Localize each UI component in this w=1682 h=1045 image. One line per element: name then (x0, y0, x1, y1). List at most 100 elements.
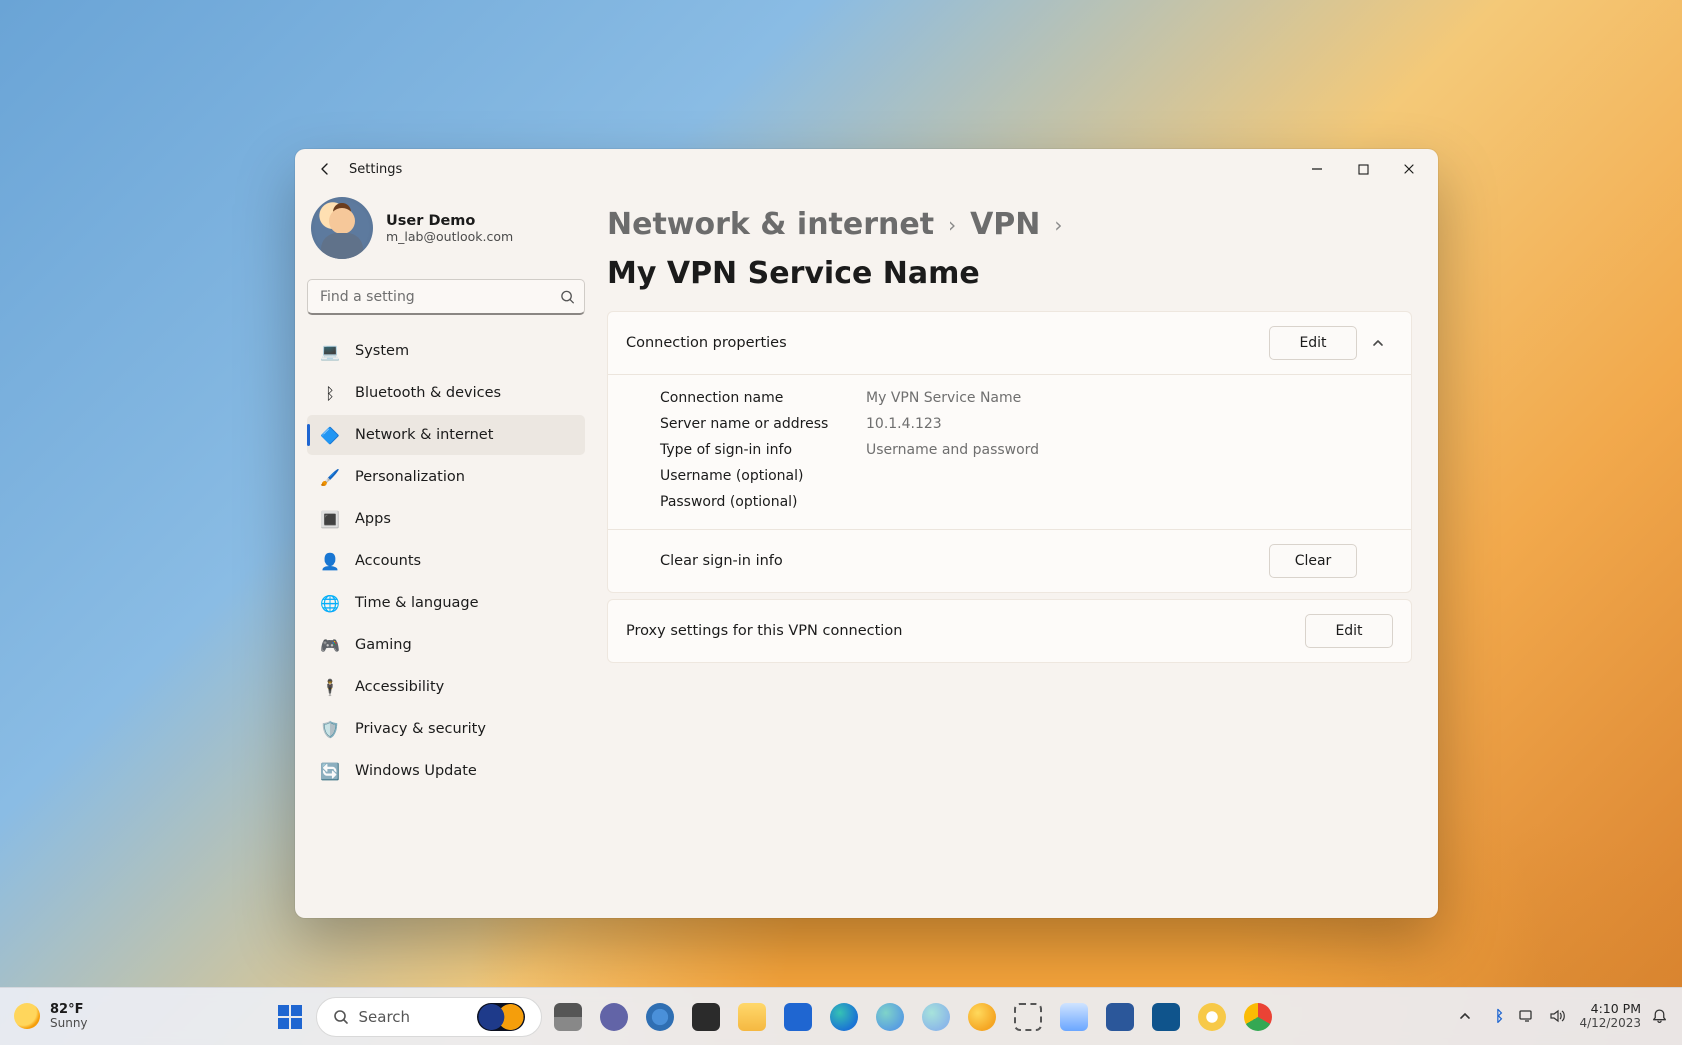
clear-signin-button[interactable]: Clear (1269, 544, 1357, 578)
arrow-left-icon (317, 161, 333, 177)
sidebar-item-label: Bluetooth & devices (355, 385, 501, 401)
proxy-title: Proxy settings for this VPN connection (626, 623, 902, 639)
profile-name: User Demo (386, 213, 513, 229)
accounts-icon: 👤 (321, 552, 339, 570)
sidebar-item-label: Windows Update (355, 763, 477, 779)
system-tray: ᛒ (1459, 1007, 1569, 1025)
sidebar-nav: 💻SystemᛒBluetooth & devices🔷Network & in… (307, 331, 585, 791)
property-row: Connection nameMy VPN Service Name (660, 385, 1393, 411)
personalization-icon: 🖌️ (321, 468, 339, 486)
network-icon: 🔷 (321, 426, 339, 444)
sidebar-item-network[interactable]: 🔷Network & internet (307, 415, 585, 455)
weather-condition: Sunny (50, 1017, 88, 1030)
breadcrumb-network[interactable]: Network & internet (607, 207, 934, 242)
sidebar-item-update[interactable]: 🔄 Windows Update (307, 751, 585, 791)
edit-connection-button[interactable]: Edit (1269, 326, 1357, 360)
taskbar-clock[interactable]: 4:10 PM 4/12/2023 (1579, 1002, 1641, 1030)
system-icon: 💻 (321, 342, 339, 360)
taskbar-app-edge-beta[interactable] (870, 997, 910, 1037)
taskbar-app-edge-dev[interactable] (916, 997, 956, 1037)
clear-signin-label: Clear sign-in info (660, 553, 783, 569)
profile-block[interactable]: User Demo m_lab@outlook.com (307, 191, 585, 273)
taskbar-app-chrome[interactable] (1238, 997, 1278, 1037)
close-button[interactable] (1386, 153, 1432, 185)
edit-proxy-button[interactable]: Edit (1305, 614, 1393, 648)
breadcrumb: Network & internet › VPN › My VPN Servic… (607, 199, 1412, 311)
taskbar-right: ᛒ 4:10 PM 4/12/2023 (1459, 1002, 1682, 1030)
store-icon (1152, 1003, 1180, 1031)
search-input[interactable] (307, 279, 585, 315)
sidebar-item-label: Time & language (355, 595, 479, 611)
maximize-button[interactable] (1340, 153, 1386, 185)
taskbar-weather[interactable]: 82°F Sunny (0, 1003, 88, 1030)
connection-properties-card: Connection properties Edit Connection na… (607, 311, 1412, 593)
card-header[interactable]: Connection properties Edit (608, 312, 1411, 374)
terminal-icon (692, 1003, 720, 1031)
update-icon: 🔄 (321, 762, 339, 780)
sidebar-item-personalization[interactable]: 🖌️ Personalization (307, 457, 585, 497)
accessibility-icon: 🕴️ (321, 678, 339, 696)
weather-temp: 82°F (50, 1003, 88, 1017)
network-tray-icon[interactable] (1519, 1009, 1539, 1023)
taskbar-app-word[interactable] (1100, 997, 1140, 1037)
taskbar-app-outlook[interactable] (778, 997, 818, 1037)
taskbar-app-settings[interactable] (640, 997, 680, 1037)
property-key: Server name or address (660, 416, 838, 432)
properties-table: Connection nameMy VPN Service Name Server… (608, 375, 1411, 529)
taskbar-app-explorer[interactable] (732, 997, 772, 1037)
start-button[interactable] (270, 997, 310, 1037)
main-content: Network & internet › VPN › My VPN Servic… (597, 189, 1438, 918)
sidebar: User Demo m_lab@outlook.com 💻SystemᛒBlue… (295, 189, 597, 918)
taskbar-app-terminal[interactable] (686, 997, 726, 1037)
proxy-card: Proxy settings for this VPN connection E… (607, 599, 1412, 663)
taskbar-app-chat[interactable] (594, 997, 634, 1037)
desktop-wallpaper: Settings User Demo m_lab@outlook.com (0, 0, 1682, 1045)
task-view-button[interactable] (548, 997, 588, 1037)
sidebar-item-system[interactable]: 💻System (307, 331, 585, 371)
privacy-icon: 🛡️ (321, 720, 339, 738)
property-row: Username (optional) (660, 463, 1393, 489)
back-button[interactable] (309, 153, 341, 185)
sidebar-item-bluetooth[interactable]: ᛒBluetooth & devices (307, 373, 585, 413)
tray-overflow-button[interactable] (1459, 1010, 1479, 1022)
sidebar-search (307, 279, 585, 315)
taskbar-app-edge-canary[interactable] (962, 997, 1002, 1037)
clear-signin-row: Clear sign-in info Clear · (608, 530, 1411, 592)
edge-dev-icon (922, 1003, 950, 1031)
sidebar-item-accounts[interactable]: 👤Accounts (307, 541, 585, 581)
sidebar-item-privacy[interactable]: 🛡️ Privacy & security (307, 709, 585, 749)
volume-tray-icon[interactable] (1549, 1009, 1569, 1023)
chevron-up-icon[interactable] (1371, 336, 1393, 350)
sidebar-item-accessibility[interactable]: 🕴️Accessibility (307, 667, 585, 707)
edge-beta-icon (876, 1003, 904, 1031)
bluetooth-tray-icon[interactable]: ᛒ (1489, 1007, 1509, 1025)
taskbar-app-snip[interactable] (1008, 997, 1048, 1037)
titlebar: Settings (295, 149, 1438, 189)
sidebar-item-label: Privacy & security (355, 721, 486, 737)
sidebar-item-time[interactable]: 🌐Time & language (307, 583, 585, 623)
taskbar-app-store[interactable] (1146, 997, 1186, 1037)
sidebar-item-label: Personalization (355, 469, 465, 485)
sidebar-item-label: Gaming (355, 637, 412, 653)
word-icon (1106, 1003, 1134, 1031)
sidebar-item-apps[interactable]: 🔳Apps (307, 499, 585, 539)
close-icon (1403, 163, 1415, 175)
sidebar-item-gaming[interactable]: 🎮Gaming (307, 625, 585, 665)
taskbar-app-edge[interactable] (824, 997, 864, 1037)
property-key: Password (optional) (660, 494, 838, 510)
edge-canary-icon (968, 1003, 996, 1031)
taskbar-app-chrome-canary[interactable] (1192, 997, 1232, 1037)
notifications-button[interactable] (1651, 1008, 1668, 1025)
taskbar-app-notepad[interactable] (1054, 997, 1094, 1037)
property-value: 10.1.4.123 (866, 416, 942, 432)
page-title: My VPN Service Name (607, 256, 980, 291)
taskview-icon (554, 1003, 582, 1031)
chevron-right-icon: › (948, 213, 956, 237)
minimize-button[interactable] (1294, 153, 1340, 185)
breadcrumb-vpn[interactable]: VPN (970, 207, 1040, 242)
snip-icon (1014, 1003, 1042, 1031)
taskbar-search[interactable]: Search (316, 997, 542, 1037)
sidebar-item-label: Apps (355, 511, 391, 527)
chevron-up-icon (1459, 1010, 1471, 1022)
property-key: Connection name (660, 390, 838, 406)
